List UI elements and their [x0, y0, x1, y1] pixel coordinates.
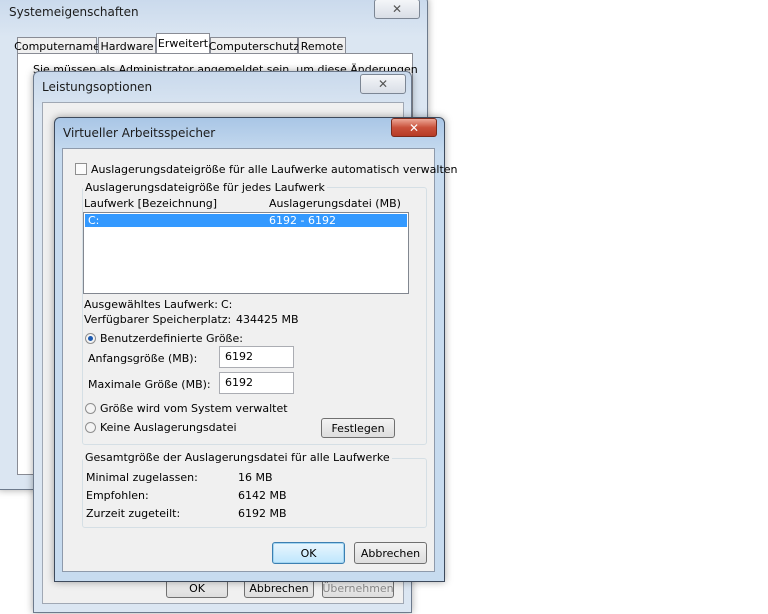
- tab-hardware[interactable]: Hardware: [98, 37, 156, 54]
- per-drive-group-title: Auslagerungsdateigröße für jedes Laufwer…: [83, 181, 327, 194]
- allocated-label: Zurzeit zugeteilt:: [86, 507, 181, 520]
- tab-computerschutz[interactable]: Computerschutz: [209, 37, 299, 54]
- max-size-label: Maximale Größe (MB):: [88, 378, 211, 391]
- virtual-memory-dialog: Virtueller Arbeitsspeicher ✕ Auslagerung…: [54, 117, 458, 582]
- auto-manage-checkbox[interactable]: [75, 163, 87, 175]
- cancel-button[interactable]: Abbrechen: [354, 542, 427, 564]
- drive-column-header: Laufwerk [Bezeichnung]: [84, 197, 218, 210]
- drive-size: 6192 - 6192: [269, 214, 336, 227]
- custom-size-radio[interactable]: [85, 333, 96, 344]
- no-paging-file-radio[interactable]: [85, 422, 96, 433]
- close-icon: ✕: [377, 77, 389, 91]
- selected-drive-value: C:: [221, 298, 233, 311]
- system-managed-radio[interactable]: [85, 403, 96, 414]
- free-space-value: 434425 MB: [236, 313, 299, 326]
- initial-size-label: Anfangsgröße (MB):: [88, 352, 198, 365]
- ok-button[interactable]: OK: [272, 542, 345, 564]
- close-icon: ✕: [391, 2, 403, 16]
- set-button[interactable]: Festlegen: [321, 418, 395, 438]
- dialog-title: Virtueller Arbeitsspeicher: [63, 126, 216, 140]
- recommended-label: Empfohlen:: [86, 489, 149, 502]
- tab-erweitert[interactable]: Erweitert: [156, 33, 210, 53]
- close-button[interactable]: ✕: [374, 0, 420, 19]
- close-icon: ✕: [408, 120, 420, 135]
- min-allowed-value: 16 MB: [238, 471, 273, 484]
- close-button[interactable]: ✕: [360, 74, 406, 94]
- selected-drive-label: Ausgewähltes Laufwerk:: [84, 298, 218, 311]
- window-title: Leistungsoptionen: [42, 80, 153, 94]
- initial-size-input[interactable]: 6192: [219, 346, 294, 368]
- system-managed-label: Größe wird vom System verwaltet: [100, 402, 288, 415]
- tab-remote[interactable]: Remote: [298, 37, 346, 54]
- drive-list[interactable]: C: 6192 - 6192: [83, 212, 409, 294]
- tab-computername[interactable]: Computername: [14, 37, 100, 54]
- dialog-body: Auslagerungsdateigröße für alle Laufwerk…: [62, 148, 458, 572]
- max-size-input[interactable]: 6192: [219, 372, 294, 394]
- auto-manage-label: Auslagerungsdateigröße für alle Laufwerk…: [91, 163, 458, 176]
- drive-letter: C:: [88, 214, 100, 227]
- list-item[interactable]: C: 6192 - 6192: [85, 214, 407, 227]
- window-title: Systemeigenschaften: [9, 5, 139, 19]
- totals-group-title: Gesamtgröße der Auslagerungsdatei für al…: [83, 451, 392, 464]
- allocated-value: 6192 MB: [238, 507, 287, 520]
- min-allowed-label: Minimal zugelassen:: [86, 471, 198, 484]
- free-space-label: Verfügbarer Speicherplatz:: [84, 313, 232, 326]
- custom-size-label: Benutzerdefinierte Größe:: [100, 332, 243, 345]
- no-paging-file-label: Keine Auslagerungsdatei: [100, 421, 237, 434]
- recommended-value: 6142 MB: [238, 489, 287, 502]
- size-column-header: Auslagerungsdatei (MB): [269, 197, 401, 210]
- close-button[interactable]: ✕: [391, 118, 437, 137]
